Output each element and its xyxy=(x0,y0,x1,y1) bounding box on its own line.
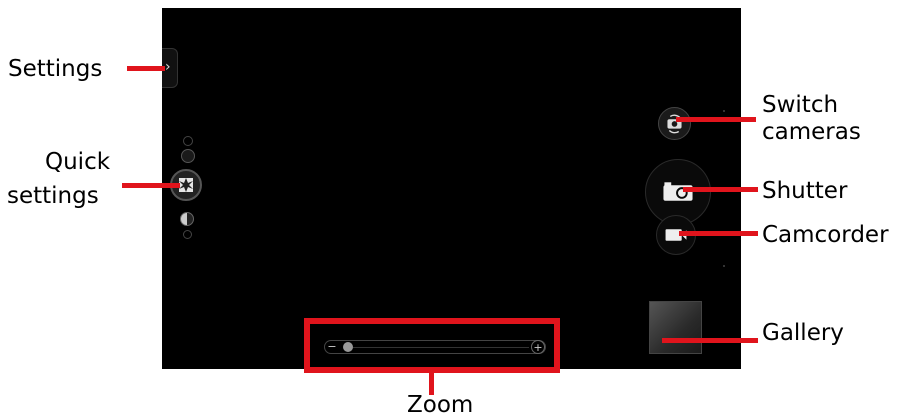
settings-callout-line xyxy=(127,66,165,71)
gallery-callout-label: Gallery xyxy=(762,320,844,346)
indicator-dot xyxy=(723,265,725,267)
switch-cameras-callout-label-1: Switch xyxy=(762,92,839,118)
indicator-dot xyxy=(723,110,725,112)
switch-cameras-callout-label-2: cameras xyxy=(762,119,861,145)
quick-setting-icon-3[interactable] xyxy=(180,212,194,226)
gallery-callout-line xyxy=(662,338,758,343)
quick-settings-callout-label-1: Quick xyxy=(45,149,111,175)
settings-callout-label: Settings xyxy=(8,56,103,82)
quick-settings-callout-label-2: settings xyxy=(7,183,99,209)
camcorder-callout-label: Camcorder xyxy=(762,222,889,248)
quick-setting-icon-4[interactable] xyxy=(183,230,192,239)
shutter-callout-label: Shutter xyxy=(762,178,848,204)
quick-settings-callout-line xyxy=(122,183,180,188)
gallery-thumbnail[interactable] xyxy=(649,301,702,354)
switch-cameras-callout-line xyxy=(676,117,756,122)
quick-setting-icon-1[interactable] xyxy=(183,136,193,146)
aperture-icon xyxy=(179,178,193,192)
chevron-right-icon: › xyxy=(165,59,171,75)
camera-switch-icon xyxy=(667,114,682,134)
switch-cameras-button[interactable] xyxy=(658,107,691,140)
quick-setting-icon-2[interactable] xyxy=(181,149,195,163)
zoom-callout-label: Zoom xyxy=(407,392,474,418)
camcorder-callout-line xyxy=(679,231,758,236)
shutter-callout-line xyxy=(683,187,758,192)
zoom-callout-box xyxy=(304,318,560,373)
